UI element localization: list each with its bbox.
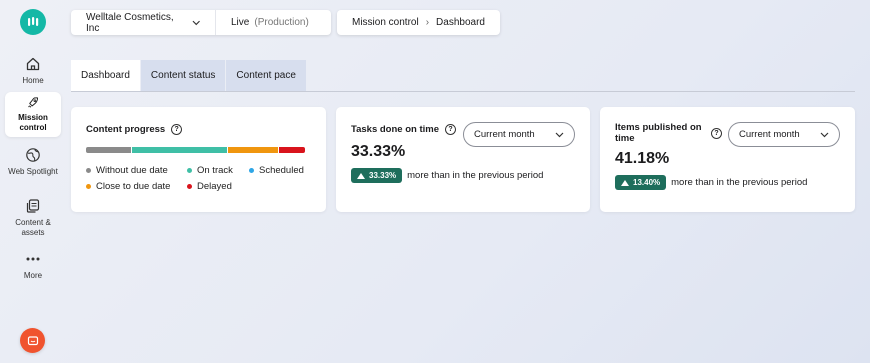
card-title-text: Content progress [86,124,166,135]
legend-dot [187,183,192,189]
comparison: 13.40% more than in the previous period [615,175,807,190]
metric-value: 33.33% [351,143,406,160]
chat-button[interactable] [20,328,45,353]
progress-segment [279,147,305,153]
tab-bar: Dashboard Content status Content pace [71,60,306,91]
triangle-up-icon [357,172,365,179]
project-name: Welltale Cosmetics, Inc [86,11,174,34]
legend-item: Scheduled [249,162,309,178]
progress-legend: Without due date On track Scheduled Close t… [86,162,316,194]
globe-icon [26,148,40,162]
progress-bar [86,147,305,153]
logo-icon [28,17,39,26]
comparison-text: more than in the previous period [407,170,544,181]
chat-icon [27,335,38,345]
legend-dot [187,167,192,173]
help-icon[interactable]: ? [171,124,183,135]
tab-divider [71,91,855,92]
sidebar-item-home[interactable]: Home [5,56,61,86]
breadcrumb: Mission control › Dashboard [337,10,500,35]
home-icon [26,57,40,71]
breadcrumb-current: Dashboard [436,17,485,28]
content-progress-card: Content progress ? Without due date On tr… [71,107,326,212]
environment-selector[interactable]: Live (Production) [215,10,331,35]
legend-label: On track [197,164,233,176]
period-select-value: Current month [474,129,535,140]
tab-dashboard[interactable]: Dashboard [71,60,140,91]
dots-icon [26,257,40,261]
card-title: Tasks done on time ? [351,124,456,135]
context-selector: Welltale Cosmetics, Inc Live (Production… [71,10,331,35]
sidebar-item-mission-control[interactable]: Mission control [5,92,61,137]
legend-dot [86,183,91,189]
chevron-down-icon [820,132,829,137]
period-select-value: Current month [739,129,800,140]
chevron-down-icon [555,132,564,137]
chevron-down-icon [192,20,200,25]
period-select[interactable]: Current month [463,122,575,147]
tab-content-pace[interactable]: Content pace [226,60,306,91]
change-value: 13.40% [633,178,661,187]
app-logo[interactable] [20,9,46,35]
environment-name: Live [231,17,250,28]
card-title-text: Tasks done on time [351,124,439,135]
triangle-up-icon [621,179,629,186]
environment-note: (Production) [254,17,309,28]
help-icon[interactable]: ? [444,124,456,135]
legend-label: Without due date [96,164,168,176]
tasks-done-card: Tasks done on time ? Current month 33.33… [336,107,590,212]
legend-dot [249,167,254,173]
legend-item: On track [187,162,249,178]
comparison-text: more than in the previous period [671,177,808,188]
card-title-text: Items published on time [615,122,702,144]
legend-dot [86,167,91,173]
tab-content-status[interactable]: Content status [140,60,226,91]
comparison: 33.33% more than in the previous period [351,168,543,183]
sidebar-item-content-assets[interactable]: Content & assets [5,198,61,238]
progress-segment [132,147,228,153]
change-badge: 13.40% [615,175,667,190]
metric-value: 41.18% [615,150,670,167]
legend-label: Scheduled [259,164,304,176]
sidebar-item-web-spotlight[interactable]: Web Spotlight [5,147,61,177]
sidebar-item-label: Home [22,76,44,85]
legend-item: Delayed [187,178,257,194]
legend-item: Close to due date [86,178,187,194]
change-badge: 33.33% [351,168,403,183]
card-title: Items published on time ? [615,122,733,144]
card-title: Content progress ? [86,124,183,135]
legend-label: Delayed [197,180,232,192]
files-icon [26,199,40,213]
sidebar-item-more[interactable]: More [5,251,61,281]
rocket-icon [28,97,39,108]
change-value: 33.33% [369,171,397,180]
legend-item: Without due date [86,162,187,178]
help-icon[interactable]: ? [711,128,722,139]
period-select[interactable]: Current month [728,122,840,147]
sidebar-item-label: More [23,271,43,280]
items-published-card: Items published on time ? Current month … [600,107,855,212]
legend-label: Close to due date [96,180,171,192]
top-bar: Welltale Cosmetics, Inc Live (Production… [71,10,500,35]
progress-segment [86,147,132,153]
sidebar-item-label: Mission control [18,113,48,132]
chevron-right-icon: › [425,17,430,28]
sidebar-item-label: Web Spotlight [8,167,58,176]
progress-segment [228,147,279,153]
sidebar: Home Mission control Web Spotlight Conte… [0,0,66,363]
sidebar-item-label: Content & assets [15,218,51,237]
breadcrumb-parent[interactable]: Mission control [352,17,419,28]
project-selector[interactable]: Welltale Cosmetics, Inc [71,10,215,35]
